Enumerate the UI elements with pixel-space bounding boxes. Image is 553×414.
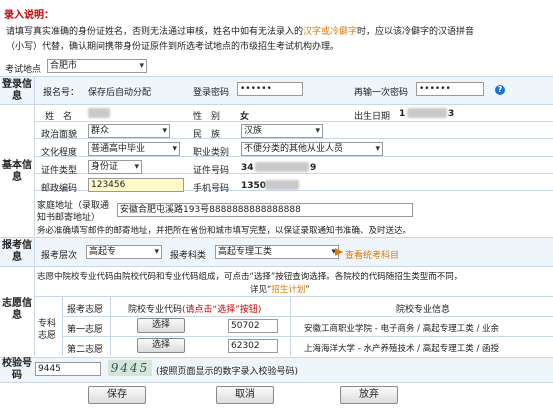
name-label: 姓 名 [45,112,73,122]
cancel-button[interactable]: 取消 [216,386,274,404]
verify-section-title: 校验号码 [2,358,32,381]
idno-value: 34 [241,163,254,173]
education-select[interactable]: 普通高中毕业 [88,142,180,156]
password-input[interactable]: •••••• [237,82,303,96]
captcha-image[interactable]: 9445 [108,360,152,376]
regno-label: 报名号： [43,88,80,98]
level-select[interactable]: 高起专 [86,245,162,259]
exam-place-select[interactable]: 合肥市 [47,59,147,73]
help-icon[interactable]: ? [495,85,505,95]
col-info-header: 院校专业信息 [396,305,451,315]
wish-note: 志愿中院校专业代码由院校代码和专业代码组成，可点击“选择”按钮查询选择。各院校的… [37,272,463,282]
notice-line-2: （小写）代替，确认期间携带身份证原件到所选考试地点的市级招生考试机构办理。 [6,42,340,52]
phone-label: 手机号码 [193,184,230,194]
select-button-1[interactable]: 选择 [137,318,185,333]
birth-label: 出生日期 [354,112,391,122]
birth-redacted [407,108,447,118]
code-input-2[interactable]: 62302 [228,339,278,353]
address-input[interactable]: 安徽合肥屯溪路193号8888888888888888 [117,203,413,217]
wish-row-2-label: 第二志愿 [67,345,104,355]
gender-value: 女 [240,112,250,122]
group-label: 专科志愿 [38,319,57,341]
education-label: 文化程度 [41,148,78,158]
view-subjects-link[interactable]: 查看统考科目 [345,248,399,261]
zip-input[interactable]: 123456 [88,178,184,192]
apply-section-title: 报考信息 [2,240,32,263]
subject-select[interactable]: 高起专理工类 [215,245,339,259]
discard-button[interactable]: 放弃 [340,386,398,404]
level-label: 报考层次 [41,251,78,261]
wish-row-1-info: 安徽工商职业学院 - 电子商务 / 高起专理工类 / 业余 [304,324,500,334]
idno-tail: 9 [310,163,317,173]
wish-row-2-info: 上海海洋大学 - 水产养殖技术 / 高起专理工类 / 函授 [304,344,500,354]
login-section-title: 登录信息 [2,79,32,102]
job-select[interactable]: 不便分类的其他从业人员 [241,142,383,156]
phone-value: 1350 [241,181,267,191]
phone-redacted [265,180,299,190]
password-confirm-input[interactable]: •••••• [416,82,484,96]
notice-line-1: 请填写真实准确的身份证姓名，否则无法通过审核，姓名中如有无法录入的汉字或冷僻字时… [6,27,475,37]
ethnic-select[interactable]: 汉族 [241,124,323,138]
wish-note-link-line: 详见“招生计划” [250,285,310,295]
birth-value: 1 [399,109,406,119]
wish-row-1-label: 第一志愿 [67,325,104,335]
exam-place-label: 考试地点 [5,65,42,75]
name-value-redacted [88,108,110,118]
col-code-header: 院校专业代码(请点击“选择”按钮) [128,305,262,315]
idno-redacted [255,162,309,172]
wish-section-title: 志愿信息 [2,298,32,321]
regno-value: 保存后自动分配 [88,88,152,98]
verify-input[interactable]: 9445 [35,362,101,376]
notice-title: 录入说明： [4,10,54,21]
birth-tail: 3 [448,109,455,119]
address-note: 务必准确填写邮件的邮寄地址，并把所在省份和城市填写完整，以保证录取通知书准确、及… [37,226,412,236]
job-label: 职业类别 [193,148,230,158]
address-label-2: 知书邮寄地址） [37,213,101,223]
save-button[interactable]: 保存 [88,386,146,404]
idno-label: 证件号码 [193,166,230,176]
verify-hint: (按照页面显示的数字录入校验号码) [156,367,299,377]
political-select[interactable]: 群众 [88,124,170,138]
zip-label: 邮政编码 [41,184,78,194]
basic-section-title: 基本信息 [2,160,32,183]
gender-label: 性 别 [193,112,221,122]
subject-label: 报考科类 [170,251,207,261]
political-label: 政治面貌 [41,130,78,140]
enroll-plan-link[interactable]: 招生计划 [271,285,305,295]
password-label: 登录密码 [193,88,230,98]
col-wish-header: 报考志愿 [67,305,104,315]
password-confirm-label: 再输一次密码 [354,88,409,98]
idtype-select[interactable]: 身份证 [88,160,142,174]
ethnic-label: 民 族 [193,130,221,140]
select-button-2[interactable]: 选择 [137,338,185,353]
idtype-label: 证件类型 [41,166,78,176]
code-input-1[interactable]: 50702 [228,319,278,333]
